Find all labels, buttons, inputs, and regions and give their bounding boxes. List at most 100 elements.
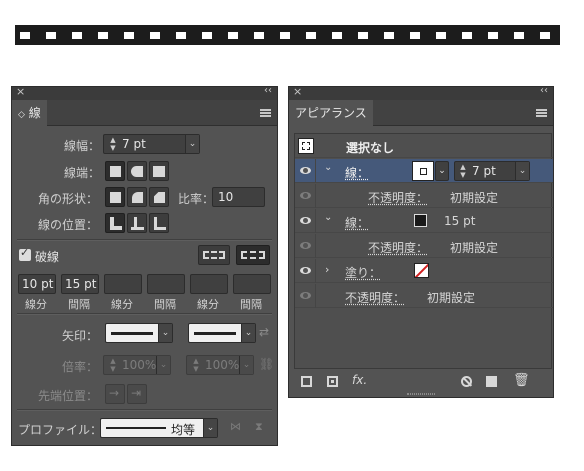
- chevron-down-icon[interactable]: ⌄: [156, 356, 170, 374]
- visibility-toggle[interactable]: [295, 284, 316, 308]
- appearance-row-opacity-2[interactable]: 不透明度： 初期設定: [295, 234, 553, 258]
- align-inside-button[interactable]: [127, 213, 147, 233]
- stroke-color-swatch[interactable]: [412, 161, 434, 181]
- spin-down-icon[interactable]: ▼: [457, 172, 469, 179]
- round-join-button[interactable]: [127, 187, 147, 207]
- gap-input[interactable]: [147, 274, 185, 294]
- scale-label: 倍率：: [62, 360, 99, 374]
- dash-input[interactable]: [104, 274, 142, 294]
- dashed-line-checkbox[interactable]: ✓: [19, 246, 31, 261]
- resize-grip-icon[interactable]: [407, 393, 435, 395]
- arrow-place-button[interactable]: ⇥: [127, 384, 147, 404]
- chevron-right-icon[interactable]: ›: [325, 263, 329, 276]
- limit-input[interactable]: 10: [212, 187, 265, 207]
- chevron-down-icon[interactable]: ⌄: [324, 162, 332, 173]
- profile-select[interactable]: 均等 ⌄: [100, 418, 218, 438]
- opacity-link[interactable]: 不透明度：: [345, 289, 405, 306]
- chevron-down-icon[interactable]: ⌄: [158, 324, 172, 342]
- gap-input[interactable]: 15 pt: [61, 274, 99, 294]
- opacity-link[interactable]: 不透明度：: [368, 189, 428, 206]
- close-icon[interactable]: ×: [16, 85, 25, 98]
- fill-link[interactable]: 塗り：: [345, 264, 381, 281]
- panel-menu-icon[interactable]: [260, 109, 271, 117]
- appearance-row-fill[interactable]: › 塗り：: [295, 259, 553, 283]
- spin-down-icon[interactable]: ▼: [107, 145, 119, 152]
- collapse-icon[interactable]: ‹‹: [264, 85, 272, 96]
- spin-up-icon[interactable]: ▲: [107, 137, 119, 144]
- chevron-down-icon[interactable]: ⌄: [241, 324, 255, 342]
- dash-segment: [280, 32, 290, 39]
- dash-input[interactable]: [190, 274, 228, 294]
- butt-cap-button[interactable]: [105, 161, 125, 181]
- appearance-row-opacity-3[interactable]: 不透明度： 初期設定: [295, 284, 553, 308]
- flip-vertical-icon[interactable]: ⧗: [255, 420, 263, 434]
- tab-toggle-icon[interactable]: ◇: [18, 110, 25, 120]
- flip-horizontal-icon[interactable]: ⋈: [230, 420, 241, 433]
- spin-up-icon[interactable]: ▲: [457, 164, 469, 171]
- bevel-join-button[interactable]: [149, 187, 169, 207]
- align-center-button[interactable]: [105, 213, 125, 233]
- preserve-dash-button[interactable]: [198, 245, 230, 265]
- swap-arrows-icon[interactable]: ⇄: [259, 325, 269, 339]
- spin-down-icon[interactable]: ▼: [190, 366, 202, 373]
- chevron-down-icon[interactable]: ⌄: [185, 135, 199, 153]
- align-outside-button[interactable]: [149, 213, 169, 233]
- visibility-toggle[interactable]: [295, 159, 316, 183]
- appearance-row-stroke-2[interactable]: ⌄ 線： 15 pt: [295, 209, 553, 233]
- start-scale-input[interactable]: ▲ ▼ 100% ⌄: [103, 355, 171, 375]
- visibility-toggle[interactable]: [295, 234, 316, 258]
- duplicate-item-icon[interactable]: [486, 376, 497, 387]
- visibility-toggle[interactable]: [295, 209, 316, 233]
- spin-up-icon[interactable]: ▲: [190, 358, 202, 365]
- projecting-cap-button[interactable]: [149, 161, 169, 181]
- spin-up-icon[interactable]: ▲: [107, 358, 119, 365]
- arrow-extend-button[interactable]: →: [105, 384, 125, 404]
- collapse-icon[interactable]: ‹‹: [540, 85, 548, 96]
- link-scale-icon[interactable]: ⛓: [259, 357, 274, 371]
- add-new-stroke-icon[interactable]: [301, 376, 312, 387]
- chevron-down-icon[interactable]: ⌄: [239, 356, 253, 374]
- appearance-list: 選択なし ⌄ 線： ⌄ ▲ ▼ 7 pt ⌄ 不透明度： 初期設定 ⌄ 線： 1…: [294, 133, 553, 369]
- close-icon[interactable]: ×: [293, 85, 302, 98]
- stroke-link[interactable]: 線：: [345, 214, 369, 231]
- spin-down-icon[interactable]: ▼: [107, 366, 119, 373]
- miter-join-button[interactable]: [105, 187, 125, 207]
- stroke-panel-titlebar[interactable]: × ‹‹: [12, 85, 277, 100]
- gap-value: 15 pt: [65, 277, 97, 291]
- start-arrowhead-select[interactable]: ⌄: [105, 323, 173, 343]
- weight-input[interactable]: ▲ ▼ 7 pt ⌄: [103, 134, 200, 154]
- panel-menu-icon[interactable]: [536, 109, 547, 117]
- dash-input[interactable]: 10 pt: [18, 274, 56, 294]
- visibility-toggle[interactable]: [295, 259, 316, 283]
- tab-stroke[interactable]: ◇ 線: [12, 100, 47, 126]
- arrow-align-label: 先端位置：: [38, 389, 99, 403]
- appearance-row-opacity-1[interactable]: 不透明度： 初期設定: [295, 184, 553, 208]
- opacity-link[interactable]: 不透明度：: [368, 239, 428, 256]
- clear-appearance-icon[interactable]: [461, 376, 473, 387]
- add-new-effect-icon[interactable]: fx.: [352, 373, 367, 387]
- end-scale-input[interactable]: ▲ ▼ 100% ⌄: [186, 355, 254, 375]
- stroke-weight-input[interactable]: ▲ ▼ 7 pt ⌄: [454, 161, 530, 181]
- trash-icon[interactable]: 🗑: [513, 373, 530, 388]
- appearance-panel-titlebar[interactable]: × ‹‹: [289, 85, 553, 100]
- chevron-down-icon[interactable]: ⌄: [435, 161, 449, 181]
- appearance-row-stroke-1[interactable]: ⌄ 線： ⌄ ▲ ▼ 7 pt ⌄: [295, 159, 553, 183]
- align-label: 線の位置：: [38, 218, 99, 232]
- stroke-weight-value: 15 pt: [444, 214, 476, 228]
- gap-input[interactable]: [233, 274, 271, 294]
- stroke-link[interactable]: 線：: [345, 164, 369, 181]
- round-cap-button[interactable]: [127, 161, 147, 181]
- chevron-down-icon[interactable]: ⌄: [324, 212, 332, 223]
- profile-value: 均等: [171, 423, 196, 437]
- align-dash-corners-button[interactable]: [236, 245, 270, 265]
- separator: [17, 239, 272, 241]
- fill-none-swatch[interactable]: [414, 263, 429, 278]
- visibility-toggle[interactable]: [295, 184, 316, 208]
- add-new-fill-icon[interactable]: [327, 376, 338, 387]
- chevron-down-icon[interactable]: ⌄: [203, 419, 217, 437]
- end-arrowhead-select[interactable]: ⌄: [188, 323, 256, 343]
- tab-appearance[interactable]: アピアランス: [289, 100, 373, 126]
- chevron-down-icon[interactable]: ⌄: [515, 162, 529, 180]
- stroke-color-swatch[interactable]: [414, 214, 427, 227]
- dash-segment: [150, 32, 160, 39]
